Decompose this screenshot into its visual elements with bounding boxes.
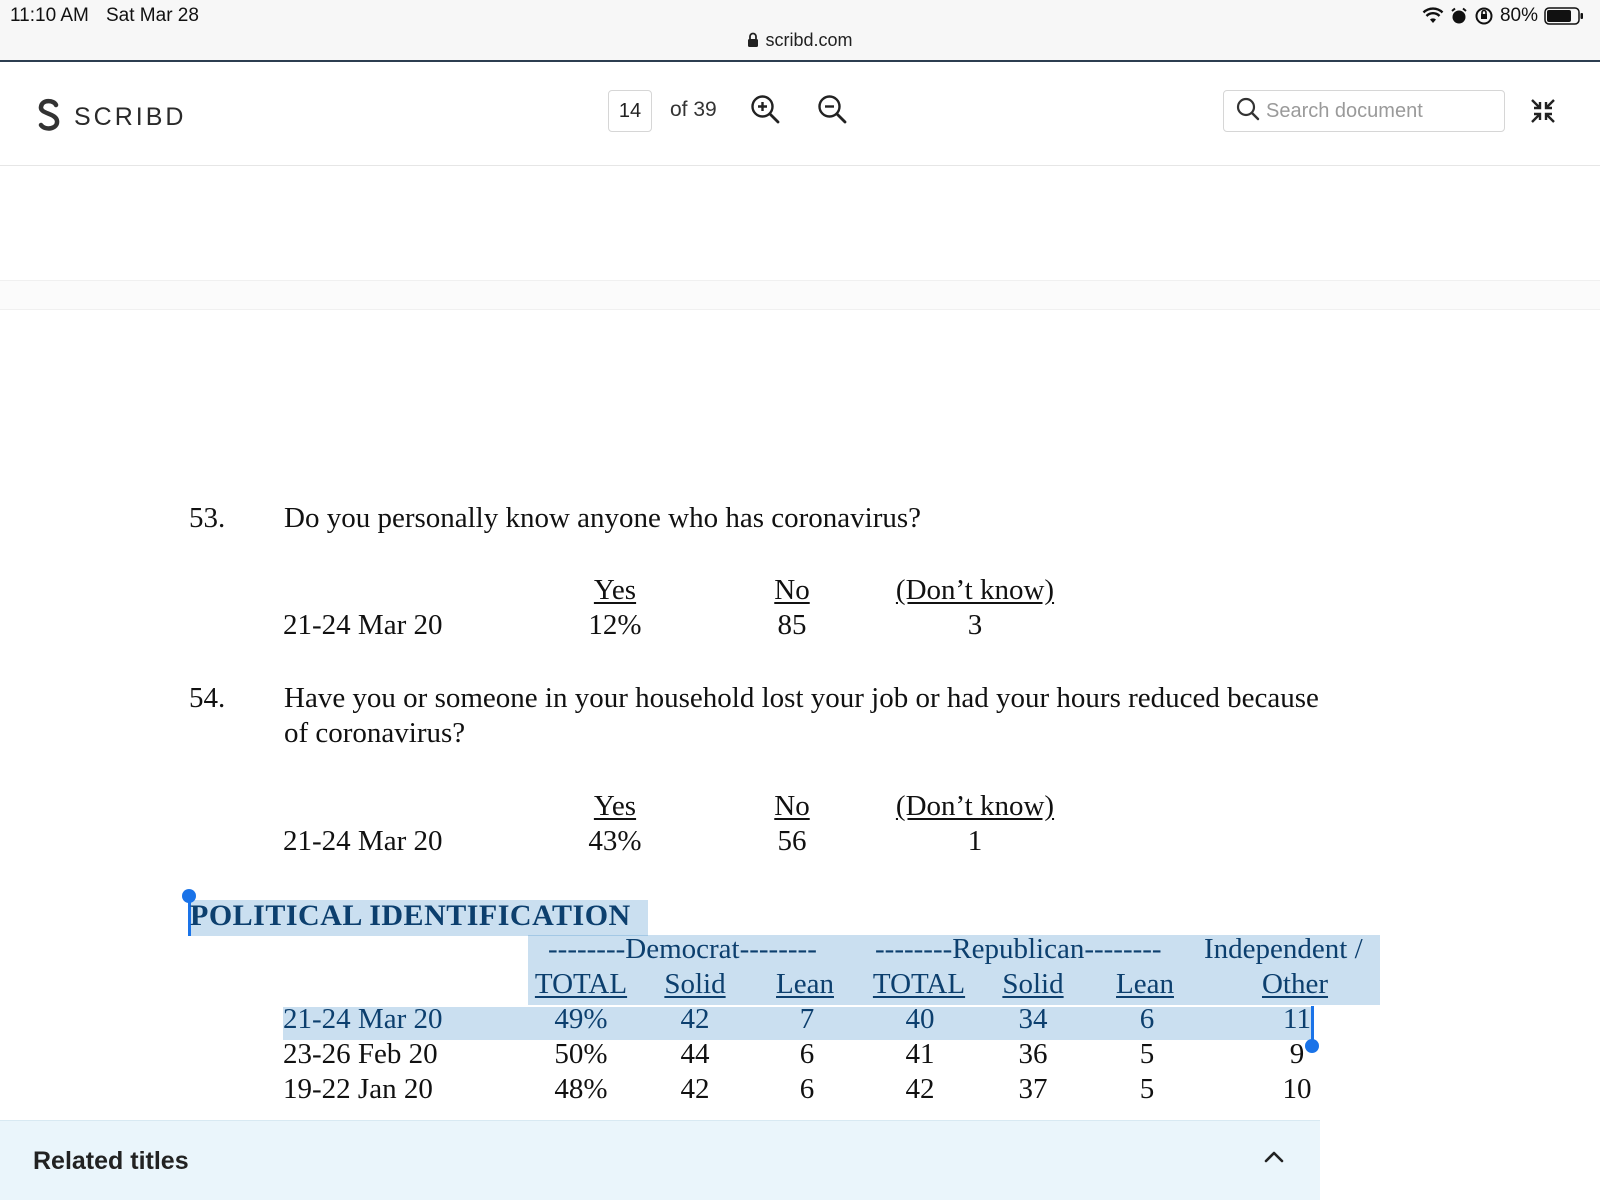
q53-value-yes: 12% [588, 609, 642, 641]
column-header-rep-solid: Solid [1002, 968, 1064, 1000]
q54-row-date: 21-24 Mar 20 [283, 825, 443, 857]
table-cell: 44 [680, 1038, 710, 1070]
table-cell: 10 [1282, 1073, 1312, 1105]
chevron-up-icon[interactable] [1262, 1149, 1286, 1170]
table-cell: 48% [554, 1073, 608, 1105]
status-bar: 11:10 AM Sat Mar 28 80% scribd.com [0, 0, 1600, 62]
q54-header-no: No [774, 790, 810, 822]
url-text: scribd.com [765, 30, 853, 50]
q54-value-yes: 43% [588, 825, 642, 857]
scribd-logo-text: SCRIBD [74, 103, 187, 131]
table-cell: 5 [1139, 1038, 1155, 1070]
alarm-icon [1450, 7, 1468, 25]
table-row-date: 19-22 Jan 20 [283, 1073, 433, 1105]
document-page: 53. Do you personally know anyone who ha… [0, 166, 1600, 1200]
table-cell: 40 [905, 1003, 935, 1035]
page-number-input[interactable]: 14 [608, 90, 652, 132]
q53-value-dont-know: 3 [967, 609, 983, 641]
zoom-out-icon[interactable] [817, 94, 847, 129]
column-header-dem-total: TOTAL [534, 968, 628, 1000]
table-cell: 49% [554, 1003, 608, 1035]
q53-question: Do you personally know anyone who has co… [284, 502, 922, 534]
table-cell: 6 [799, 1038, 815, 1070]
q54-value-no: 56 [777, 825, 807, 857]
group-header-democrat: --------Democrat-------- [548, 933, 817, 965]
wifi-icon [1422, 7, 1444, 25]
q54-question-line2: of coronavirus? [284, 717, 466, 749]
url-bar[interactable]: scribd.com [0, 30, 1600, 53]
orientation-lock-icon [1474, 6, 1494, 26]
table-cell: 5 [1139, 1073, 1155, 1105]
group-header-republican: --------Republican-------- [875, 933, 1162, 965]
table-cell: 42 [680, 1073, 710, 1105]
table-cell: 6 [799, 1073, 815, 1105]
table-cell: 36 [1018, 1038, 1048, 1070]
related-titles-label: Related titles [33, 1147, 189, 1175]
q54-value-dont-know: 1 [967, 825, 983, 857]
q53-header-no: No [774, 574, 810, 606]
table-cell: 42 [905, 1073, 935, 1105]
related-titles-drawer[interactable]: Related titles [0, 1120, 1320, 1200]
q54-question-line1: Have you or someone in your household lo… [284, 682, 1319, 714]
political-identification-title: POLITICAL IDENTIFICATION [190, 899, 631, 932]
q54-header-yes: Yes [593, 790, 637, 822]
table-row-date: 23-26 Feb 20 [283, 1038, 438, 1070]
table-cell: 6 [1139, 1003, 1155, 1035]
table-cell: 34 [1018, 1003, 1048, 1035]
table-cell: 11 [1283, 1003, 1311, 1035]
lock-icon [747, 32, 759, 53]
search-document-input[interactable] [1266, 99, 1496, 123]
q53-header-dont-know: (Don’t know) [895, 574, 1055, 606]
zoom-in-icon[interactable] [750, 94, 780, 129]
scribd-logo[interactable]: SCRIBD [36, 98, 186, 137]
q53-number: 53. [189, 502, 226, 534]
battery-percent: 80% [1499, 5, 1538, 26]
q53-value-no: 85 [777, 609, 807, 641]
column-header-rep-total: TOTAL [872, 968, 966, 1000]
search-document-box[interactable] [1223, 90, 1505, 132]
status-indicators: 80% [1422, 5, 1584, 27]
table-cell: 42 [680, 1003, 710, 1035]
search-icon [1236, 97, 1260, 126]
table-cell: 7 [799, 1003, 815, 1035]
document-toolbar: SCRIBD 14 of 39 [0, 62, 1600, 166]
group-header-independent: Independent / [1204, 933, 1363, 965]
table-row-date: 21-24 Mar 20 [283, 1003, 443, 1035]
q53-header-yes: Yes [593, 574, 637, 606]
table-cell: 41 [905, 1038, 935, 1070]
table-cell: 37 [1018, 1073, 1048, 1105]
table-cell: 9 [1289, 1038, 1305, 1070]
column-header-dem-lean: Lean [776, 968, 834, 1000]
page-count: of 39 [670, 98, 717, 121]
status-date: Sat Mar 28 [106, 5, 199, 26]
column-header-other: Other [1261, 968, 1329, 1000]
exit-fullscreen-icon[interactable] [1530, 98, 1556, 129]
battery-icon [1544, 6, 1584, 26]
table-cell: 50% [554, 1038, 608, 1070]
column-header-dem-solid: Solid [664, 968, 726, 1000]
scribd-logo-icon [36, 98, 62, 137]
column-header-rep-lean: Lean [1116, 968, 1174, 1000]
q54-header-dont-know: (Don’t know) [895, 790, 1055, 822]
status-time: 11:10 AM [10, 5, 89, 26]
q54-number: 54. [189, 682, 226, 714]
q53-row-date: 21-24 Mar 20 [283, 609, 443, 641]
